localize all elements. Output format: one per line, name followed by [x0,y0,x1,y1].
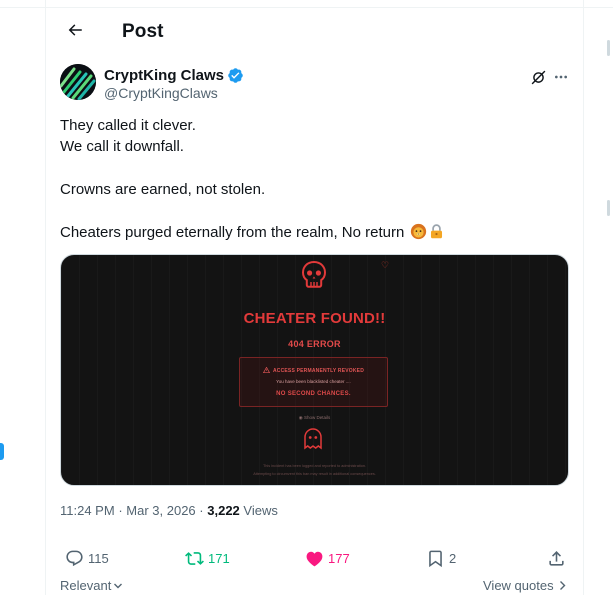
post-text: They called it clever. We call it downfa… [60,115,570,243]
sidebar-edge-mark [607,200,610,216]
avatar[interactable] [60,64,96,100]
lock-emoji [428,223,445,240]
views-label: Views [243,503,278,518]
view-quotes-link[interactable]: View quotes [483,578,567,593]
post-line-last: Cheaters purged eternally from the realm… [60,222,570,243]
sidebar-edge-mark [607,40,610,56]
share-button[interactable] [546,546,566,570]
sort-label: Relevant [60,578,112,593]
arrow-left-icon [66,21,84,44]
revoked-heading: ACCESS PERMANENTLY REVOKED [240,366,387,375]
verified-badge-icon[interactable] [227,67,244,84]
image-error-code: 404 ERROR [288,339,341,349]
show-details-text: Show Details [303,415,331,420]
repost-button[interactable]: 171 [184,546,230,570]
reply-icon [64,548,84,568]
warning-icon [262,366,271,375]
meta-separator: · [118,503,123,518]
share-icon [546,548,566,568]
ghost-icon [303,427,323,456]
chevron-right-icon [558,580,567,591]
post-meta: 11:24 PM · Mar 3, 2026 · 3,222 Views [60,503,278,518]
lion-face-emoji [410,223,427,240]
like-count: 177 [328,550,350,566]
repost-count: 171 [208,550,230,566]
post-image[interactable]: ♡ CHEATER FOUND!! 404 ERROR ACCESS PERMA… [60,254,569,486]
grok-icon[interactable] [527,66,549,88]
broken-heart-icon: ♡ [381,261,390,271]
post-line: Crowns are earned, not stolen. [60,181,266,198]
post-line: They called it clever. [60,117,196,134]
image-footnote: This incident has been logged and report… [262,464,366,468]
post-date[interactable]: Mar 3, 2026 [126,503,195,518]
post-time[interactable]: 11:24 PM [60,503,115,518]
post-actions: 115 171 177 2 [46,546,583,570]
handle[interactable]: @CryptKingClaws [104,85,218,101]
post-author: CryptKing Claws @CryptKingClaws [60,64,570,104]
post-header: Post [46,10,583,54]
show-details-link: ◉ Show Details [61,415,568,421]
revoked-body: You have been blacklisted cheater .... [276,379,351,384]
meta-separator: · [199,503,204,518]
like-button[interactable]: 177 [304,546,350,570]
image-content: ♡ CHEATER FOUND!! 404 ERROR ACCESS PERMA… [61,255,568,485]
bookmark-button[interactable]: 2 [425,546,456,570]
revoked-notice: ACCESS PERMANENTLY REVOKED You have been… [239,357,388,407]
image-footnote: Attempting to circumvent this ban may re… [253,472,376,476]
post-line: We call it downfall. [60,138,184,155]
bookmark-icon [425,548,445,568]
back-button[interactable] [58,15,92,49]
chevron-down-icon [113,581,123,591]
compose-button-edge[interactable] [0,443,4,460]
column-border-right [583,0,584,595]
column-border-left [45,0,46,595]
repost-icon [184,548,204,568]
top-bar [0,0,613,8]
bookmark-count: 2 [449,550,457,566]
page-title: Post [122,21,164,42]
image-headline: CHEATER FOUND!! [243,310,386,327]
views-count: 3,222 [207,503,240,518]
heart-filled-icon [304,548,324,568]
revoked-heading-text: ACCESS PERMANENTLY REVOKED [272,368,365,374]
reply-button[interactable]: 115 [64,546,109,570]
reply-count: 115 [88,550,109,566]
display-name[interactable]: CryptKing Claws [104,67,224,84]
skull-icon [300,260,328,295]
view-quotes-label: View quotes [483,578,554,593]
more-options-icon[interactable] [550,66,572,88]
sort-relevant-dropdown[interactable]: Relevant [60,578,123,593]
revoked-warning: NO SECOND CHANCES. [276,391,351,397]
replies-filter-row: Relevant View quotes [46,578,583,595]
post-line: Cheaters purged eternally from the realm… [60,224,405,241]
name-row: CryptKing Claws [104,67,244,84]
